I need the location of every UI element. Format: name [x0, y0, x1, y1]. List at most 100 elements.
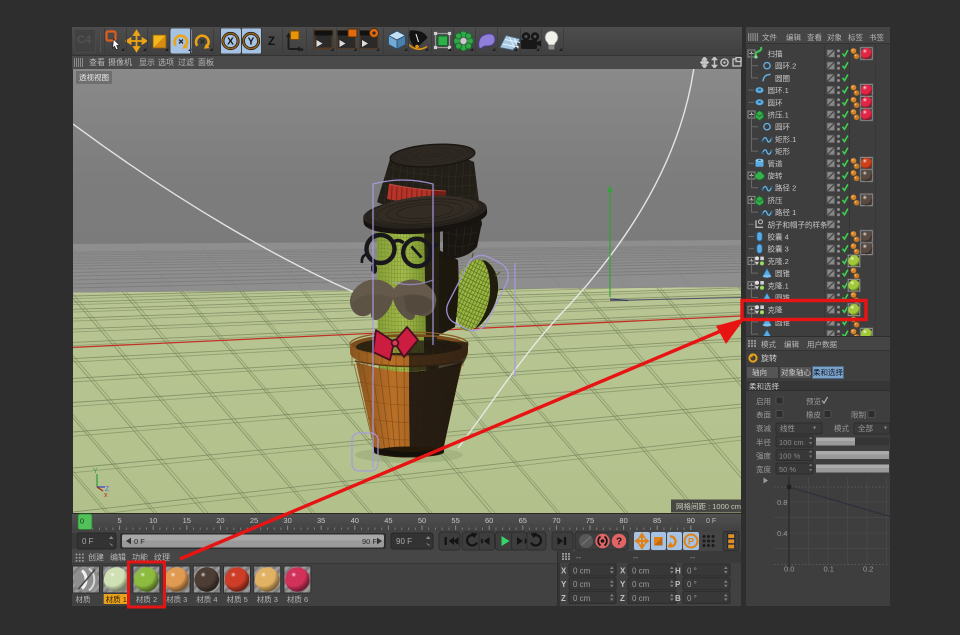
svg-text:网格间距 : 1000 cm: 网格间距 : 1000 cm — [676, 501, 741, 511]
svg-text:0 cm: 0 cm — [632, 567, 650, 576]
svg-text:路径 1: 路径 1 — [775, 207, 796, 217]
svg-text:挤压: 挤压 — [768, 195, 783, 205]
svg-text:0 °: 0 ° — [687, 580, 697, 589]
svg-text:半径: 半径 — [756, 437, 771, 447]
svg-text:80: 80 — [619, 516, 627, 525]
svg-text:25: 25 — [250, 516, 258, 525]
svg-text:限制: 限制 — [851, 410, 866, 420]
svg-text:矩形: 矩形 — [775, 146, 790, 156]
svg-text:材质 4: 材质 4 — [196, 594, 217, 604]
svg-text:表面: 表面 — [756, 410, 771, 420]
svg-text:强度: 强度 — [756, 451, 771, 461]
svg-text:材质 6: 材质 6 — [287, 594, 308, 604]
svg-text:圆环.1: 圆环.1 — [768, 86, 789, 95]
svg-text:45: 45 — [384, 516, 392, 525]
svg-text:胶囊 4: 胶囊 4 — [768, 232, 789, 242]
svg-text:克隆.1: 克隆.1 — [768, 280, 789, 290]
svg-text:圆环: 圆环 — [775, 123, 790, 132]
svg-text:旋转: 旋转 — [768, 171, 783, 181]
svg-text:30: 30 — [283, 516, 291, 525]
svg-text:线性: 线性 — [780, 423, 795, 433]
svg-text:路径 2: 路径 2 — [775, 183, 796, 193]
svg-text:挤压.1: 挤压.1 — [768, 110, 789, 120]
svg-text:0 F: 0 F — [706, 518, 716, 525]
svg-text:0.1: 0.1 — [824, 565, 834, 574]
svg-text:X: X — [561, 567, 567, 576]
svg-text:圆环.2: 圆环.2 — [775, 62, 796, 71]
svg-text:0 cm: 0 cm — [573, 567, 591, 576]
svg-text:P: P — [675, 580, 681, 589]
svg-text:全部: 全部 — [858, 423, 873, 433]
svg-text:0 cm: 0 cm — [573, 580, 591, 589]
svg-text:Y: Y — [93, 468, 98, 475]
svg-text:预览: 预览 — [806, 396, 821, 406]
svg-text:克隆.2: 克隆.2 — [768, 256, 789, 266]
svg-text:0: 0 — [80, 517, 84, 526]
svg-text:Z: Z — [561, 594, 566, 603]
svg-text:材质 3: 材质 3 — [257, 594, 278, 604]
svg-text:圆锥: 圆锥 — [775, 268, 790, 278]
svg-text:启用: 启用 — [756, 396, 771, 406]
svg-text:65: 65 — [519, 516, 527, 525]
svg-text:Z: Z — [268, 36, 275, 48]
svg-text:100 cm: 100 cm — [779, 438, 804, 447]
svg-text:宽度: 宽度 — [756, 464, 771, 474]
svg-text:圆锥: 圆锥 — [775, 293, 790, 303]
svg-text:扫描: 扫描 — [768, 49, 783, 59]
svg-text:40: 40 — [351, 516, 359, 525]
svg-text:材质 3: 材质 3 — [166, 594, 187, 604]
svg-text:0.0: 0.0 — [784, 565, 794, 574]
svg-text:60: 60 — [485, 516, 493, 525]
svg-text:x: x — [104, 492, 108, 499]
svg-text:90 F: 90 F — [362, 537, 377, 546]
svg-text:90: 90 — [687, 516, 695, 525]
svg-text:矩形.1: 矩形.1 — [775, 134, 796, 144]
svg-text:35: 35 — [317, 516, 325, 525]
svg-text:?: ? — [616, 537, 622, 548]
svg-text:材质 1: 材质 1 — [106, 594, 127, 604]
svg-text:材质: 材质 — [76, 594, 91, 604]
svg-text:克隆: 克隆 — [768, 305, 783, 315]
svg-text:胡子和帽子的样条: 胡子和帽子的样条 — [768, 219, 828, 229]
svg-text:0 °: 0 ° — [687, 567, 697, 576]
svg-text:胶囊 3: 胶囊 3 — [768, 244, 789, 254]
svg-text:50: 50 — [418, 516, 426, 525]
svg-text:圆锥: 圆锥 — [775, 317, 790, 327]
svg-text:圆圈: 圆圈 — [775, 74, 790, 83]
svg-text:10: 10 — [149, 516, 157, 525]
svg-text:衰减: 衰减 — [756, 423, 771, 433]
svg-text:100 %: 100 % — [779, 452, 801, 461]
svg-text:X: X — [620, 567, 626, 576]
svg-text:0 °: 0 ° — [687, 594, 697, 603]
svg-text:0.4: 0.4 — [777, 529, 787, 538]
svg-text:圆环: 圆环 — [768, 98, 783, 107]
svg-text:50 %: 50 % — [779, 465, 796, 474]
svg-text:0.8: 0.8 — [777, 498, 787, 507]
svg-text:橡皮: 橡皮 — [806, 410, 821, 420]
svg-text:90 F: 90 F — [396, 537, 412, 546]
svg-text:Z: Z — [620, 594, 625, 603]
svg-text:Y: Y — [248, 37, 255, 48]
svg-text:P: P — [688, 537, 694, 547]
svg-text:Y: Y — [561, 580, 567, 589]
svg-text:材质 5: 材质 5 — [227, 594, 248, 604]
svg-text:85: 85 — [653, 516, 661, 525]
svg-text:15: 15 — [183, 516, 191, 525]
svg-text:0 F: 0 F — [134, 537, 145, 546]
svg-text:0.2: 0.2 — [863, 565, 873, 574]
svg-text:0 cm: 0 cm — [573, 594, 591, 603]
svg-text:75: 75 — [586, 516, 594, 525]
svg-text:0 cm: 0 cm — [632, 580, 650, 589]
svg-text:0 F: 0 F — [82, 537, 94, 546]
svg-text:H: H — [675, 567, 681, 576]
svg-text:5: 5 — [118, 516, 122, 525]
svg-text:X: X — [227, 37, 234, 48]
svg-text:20: 20 — [216, 516, 224, 525]
svg-text:0 cm: 0 cm — [632, 594, 650, 603]
svg-text:55: 55 — [451, 516, 459, 525]
svg-text:材质 2: 材质 2 — [136, 594, 157, 604]
svg-text:70: 70 — [552, 516, 560, 525]
svg-text:B: B — [675, 594, 681, 603]
svg-text:管道: 管道 — [768, 158, 783, 168]
svg-text:模式: 模式 — [834, 423, 849, 433]
